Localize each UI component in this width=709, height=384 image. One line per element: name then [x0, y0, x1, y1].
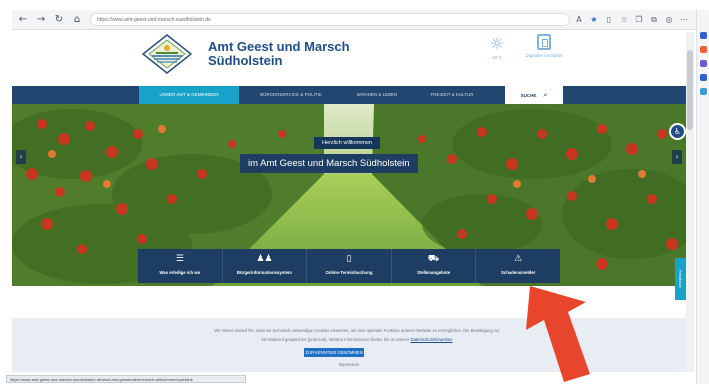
car-icon: ⛟	[427, 254, 440, 264]
search-icon: ⌕	[543, 90, 548, 99]
profile-icon[interactable]: ◎	[663, 14, 675, 26]
nav-item-freizeit[interactable]: Freizeit & Kultur	[417, 86, 487, 104]
people-icon: ♟♟	[256, 254, 273, 264]
building-icon	[537, 34, 551, 50]
shopping-icon[interactable]	[700, 46, 707, 53]
outlook-icon[interactable]	[700, 88, 707, 95]
browser-toolbar: ← → ↻ ⌂ https://www.amt-geest-und-marsch…	[12, 10, 696, 30]
weather-temperature: 16°C	[491, 55, 503, 60]
split-screen-icon[interactable]: ▯	[603, 14, 615, 26]
url-text: https://www.amt-geest-und-marsch-suedhol…	[97, 16, 211, 23]
amt-logo-icon[interactable]	[142, 34, 192, 74]
search-label: SUCHE	[520, 92, 537, 98]
welcome-badge: Herzlich willkommen	[314, 137, 381, 149]
favorite-star-icon[interactable]: ★	[588, 14, 600, 26]
screenshot-frame: ← → ↻ ⌂ https://www.amt-geest-und-marsch…	[0, 0, 709, 384]
cookie-text-line2: bis Widerruf gespeichert (jederzeit). We…	[261, 337, 410, 342]
main-navigation: Unser Amt & Gemeinden Bürgerservice & Po…	[12, 86, 686, 104]
quicklinks-bar: ☰ Was erledige ich wo ♟♟ Bürgerinformati…	[138, 249, 560, 283]
home-icon[interactable]: ⌂	[70, 13, 84, 27]
slider-prev-icon[interactable]: ‹	[16, 150, 26, 164]
back-icon[interactable]: ←	[16, 13, 30, 27]
quicklink-label: Schadensmelder	[500, 270, 536, 275]
cookie-accept-button[interactable]: ZUR KENNTNIS GENOMMEN	[304, 348, 364, 357]
phone-icon: ▯	[346, 254, 352, 264]
status-bar-url: https://www.amt-geest-und-marsch-suedhol…	[6, 375, 246, 383]
quicklink-label: Bürgerinformationssystem	[236, 270, 292, 275]
quicklink-schadensmelder[interactable]: ⚠ Schadensmelder	[476, 249, 560, 283]
site-title[interactable]: Amt Geest und Marsch	[208, 40, 350, 54]
favorites-icon[interactable]: ☆	[618, 14, 630, 26]
extensions-icon[interactable]: ⧉	[648, 14, 660, 26]
accessibility-icon[interactable]: ♿	[669, 123, 686, 140]
quicklink-was-erledige[interactable]: ☰ Was erledige ich wo	[138, 249, 223, 283]
slider-next-icon[interactable]: ›	[672, 150, 682, 164]
address-bar[interactable]: https://www.amt-geest-und-marsch-suedhol…	[90, 13, 570, 26]
quicklink-terminbuchung[interactable]: ▯ Online-Terminbuchung	[307, 249, 392, 283]
read-aloud-icon[interactable]: A	[573, 14, 585, 26]
nav-item-buergerservice[interactable]: Bürgerservice & Politik	[246, 86, 336, 104]
quicklink-stellenangebote[interactable]: ⛟ Stellenangebote	[392, 249, 477, 283]
games-icon[interactable]	[700, 74, 707, 81]
nav-item-wohnen[interactable]: Wohnen & Leben	[342, 86, 412, 104]
quicklink-label: Stellenangebote	[416, 270, 451, 275]
cookie-text-line1: Wir setzen darauf hin, dass wir technisc…	[214, 328, 500, 333]
weather-widget[interactable]: ☼ 16°C	[482, 34, 512, 61]
nav-item-amt-gemeinden[interactable]: Unser Amt & Gemeinden	[139, 86, 239, 104]
digital-plan-link[interactable]: Digitales Amtsplan	[524, 34, 564, 58]
tools-icon[interactable]	[700, 60, 707, 67]
scroll-thumb[interactable]	[687, 50, 693, 130]
site-header: Amt Geest und Marsch Südholstein ☼ 16°C …	[12, 30, 686, 86]
browser-tools: A ★ ▯ ☆ ❐ ⧉ ◎ ⋯	[570, 14, 690, 26]
forward-icon[interactable]: →	[34, 13, 48, 27]
browser-edge-sidebar	[696, 10, 709, 384]
quicklink-buergerinfo[interactable]: ♟♟ Bürgerinformationssystem	[223, 249, 308, 283]
search-button[interactable]: SUCHE ⌕	[505, 86, 563, 104]
search-sidebar-icon[interactable]	[700, 32, 707, 39]
annotation-arrow-icon	[526, 286, 590, 382]
sun-icon: ☼	[489, 34, 505, 53]
quicklink-label: Was erledige ich wo	[159, 270, 201, 275]
digital-plan-label: Digitales Amtsplan	[525, 53, 563, 58]
warning-icon: ⚠	[514, 254, 523, 264]
reload-icon[interactable]: ↻	[52, 13, 66, 27]
hero-title: im Amt Geest und Marsch Südholstein	[240, 154, 418, 173]
quicklink-label: Online-Terminbuchung	[325, 270, 373, 275]
privacy-link[interactable]: Datenschutzhinweisen	[411, 337, 453, 342]
menu-icon[interactable]: ⋯	[678, 14, 690, 26]
page-scrollbar[interactable]	[686, 32, 694, 372]
feedback-tab[interactable]: Feedback	[675, 258, 686, 300]
site-subtitle[interactable]: Südholstein	[208, 54, 282, 68]
list-icon: ☰	[175, 254, 184, 264]
collections-icon[interactable]: ❐	[633, 14, 645, 26]
